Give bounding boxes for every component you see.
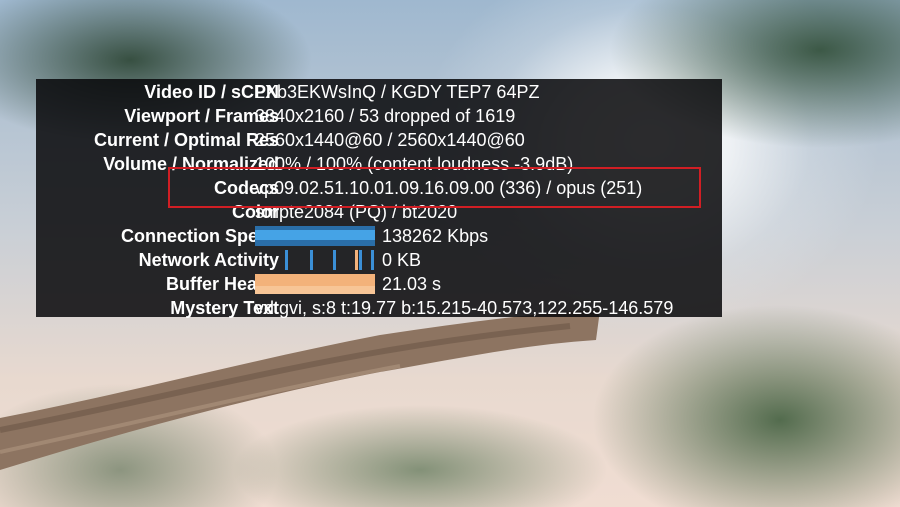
network-activity-graph	[255, 250, 375, 270]
row-viewport-frames: Viewport / Frames 3840x2160 / 53 dropped…	[36, 104, 722, 128]
current-optimal-res-label: Current / Optimal Res	[93, 130, 279, 150]
buffer-health-graph	[255, 274, 375, 294]
video-id-value: LXb3EKWsInQ / KGDY TEP7 64PZ	[255, 82, 540, 102]
buffer-health-value: 21.03 s	[382, 274, 442, 294]
connection-speed-value: 138262 Kbps	[382, 226, 489, 246]
connection-speed-graph	[255, 226, 375, 246]
row-mystery-text: Mystery Text vd:gvi, s:8 t:19.77 b:15.21…	[36, 296, 722, 320]
mystery-text-value: vd:gvi, s:8 t:19.77 b:15.215-40.573,122.…	[255, 298, 674, 318]
row-video-id: Video ID / sCPN LXb3EKWsInQ / KGDY TEP7 …	[36, 80, 722, 104]
row-buffer-health: Buffer Health 21.03 s	[36, 272, 722, 296]
network-activity-value: 0 KB	[382, 250, 422, 270]
current-optimal-res-value: 2560x1440@60 / 2560x1440@60	[255, 130, 525, 150]
row-connection-speed: Connection Speed 138262 Kbps	[36, 224, 722, 248]
row-current-optimal-res: Current / Optimal Res 2560x1440@60 / 256…	[36, 128, 722, 152]
codecs-highlight-box	[168, 167, 701, 208]
viewport-frames-value: 3840x2160 / 53 dropped of 1619	[255, 106, 516, 126]
row-network-activity: Network Activity 0 KB	[36, 248, 722, 272]
